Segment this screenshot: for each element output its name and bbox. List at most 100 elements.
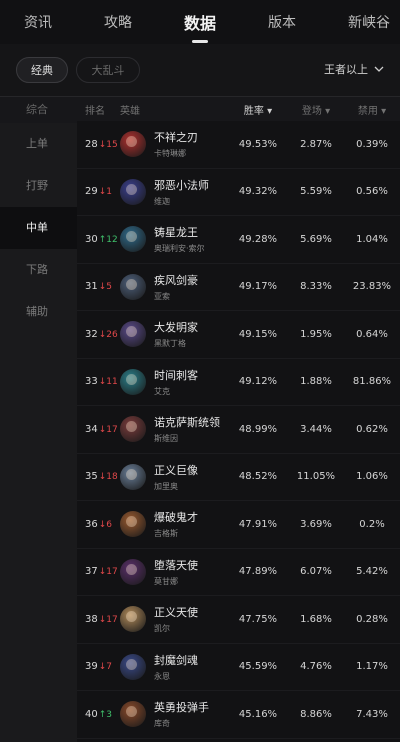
hero-name: 铸星龙王 (154, 226, 198, 240)
winrate-cell: 49.17% (238, 281, 278, 293)
hero-avatar (120, 463, 146, 490)
chevron-down-icon (374, 66, 384, 72)
hero-name: 正义巨像 (154, 463, 198, 477)
rank-trend: ↓18 (98, 472, 118, 483)
rank-cell: 32↓26 (77, 329, 120, 340)
rank-cell: 40↑3 (77, 709, 120, 720)
hero-cell: 封魔剑魂 永恩 (120, 652, 228, 682)
table-row[interactable]: 33↓11 时间刺客 艾克 49.12% 1.88% 81.86% (77, 359, 400, 406)
header-banrate-sort[interactable]: 禁用 ▾ (344, 102, 400, 117)
rank-number: 39 (85, 661, 98, 673)
sidebar-item-support[interactable]: 辅助 (0, 291, 77, 333)
winrate-cell: 47.75% (238, 613, 278, 625)
table-row[interactable]: 38↓17 正义天使 凯尔 47.75% 1.68% 0.28% (77, 596, 400, 644)
winrate-cell: 49.53% (238, 138, 278, 150)
winrate-cell: 47.89% (238, 566, 278, 578)
hero-name: 疾风剑豪 (154, 273, 198, 287)
hero-avatar (120, 511, 146, 538)
winrate-cell: 48.52% (238, 471, 278, 483)
rank-filter-label: 王者以上 (324, 63, 368, 76)
table-row[interactable]: 29↓1 邪恶小法师 维迦 49.32% 5.59% 0.56% (77, 169, 400, 216)
table-row[interactable]: 39↓7 封魔剑魂 永恩 45.59% 4.76% 1.17% (77, 644, 400, 691)
hero-name: 堕落天使 (154, 558, 198, 572)
rank-cell: 33↓11 (77, 376, 120, 387)
table-row[interactable]: 34↓17 诺克萨斯统领 斯维因 48.99% 3.44% 0.62% (77, 406, 400, 454)
rank-trend: ↓6 (98, 519, 113, 530)
tab-new-rift[interactable]: 新峡谷 (348, 12, 390, 32)
table-row[interactable]: 32↓26 大发明家 黑默丁格 49.15% 1.95% 0.64% (77, 311, 400, 359)
winrate-cell: 49.28% (238, 233, 278, 245)
hero-avatar (120, 653, 146, 680)
header-winrate-sort[interactable]: 胜率 ▾ (228, 102, 288, 117)
rank-cell: 30↑12 (77, 234, 120, 245)
hero-avatar (120, 606, 146, 633)
hero-name: 封魔剑魂 (154, 653, 198, 667)
table-row[interactable]: 40↑3 英勇投弹手 库奇 45.16% 8.86% 7.43% (77, 691, 400, 739)
hero-avatar (120, 226, 146, 253)
winrate-cell: 49.32% (238, 186, 278, 198)
rank-trend: ↓26 (98, 329, 118, 340)
sort-desc-icon: ▾ (267, 105, 273, 117)
rank-cell: 28↓15 (77, 139, 120, 150)
tab-guides[interactable]: 攻略 (104, 12, 132, 32)
rank-number: 34 (85, 423, 98, 435)
rank-number: 28 (85, 138, 98, 150)
tab-data[interactable]: 数据 (184, 10, 216, 34)
hero-cell: 堕落天使 莫甘娜 (120, 557, 228, 587)
hero-avatar (120, 273, 146, 300)
header-pickrate-sort[interactable]: 登场 ▾ (288, 102, 344, 117)
hero-cell: 铸星龙王 奥瑞利安·索尔 (120, 224, 228, 254)
hero-subname: 维迦 (154, 196, 170, 206)
hero-cell: 不祥之刃 卡特琳娜 (120, 129, 228, 159)
rank-trend: ↓17 (98, 424, 118, 435)
table-header: 排名 英雄 胜率 ▾ 登场 ▾ 禁用 ▾ (77, 97, 400, 121)
table-row[interactable]: 37↓17 堕落天使 莫甘娜 47.89% 6.07% 5.42% (77, 549, 400, 596)
mode-classic-button[interactable]: 经典 (16, 57, 68, 83)
sidebar-item-jungle[interactable]: 打野 (0, 165, 77, 207)
banrate-cell: 1.06% (356, 471, 388, 483)
rank-filter-dropdown[interactable]: 王者以上 (324, 61, 384, 77)
table-row[interactable]: 35↓18 正义巨像 加里奥 48.52% 11.05% 1.06% (77, 454, 400, 501)
banrate-cell: 0.64% (356, 328, 388, 340)
rank-number: 33 (85, 376, 98, 388)
hero-avatar (120, 558, 146, 585)
hero-subname: 黑默丁格 (154, 339, 186, 349)
header-banrate-label: 禁用 (357, 105, 378, 117)
pickrate-cell: 8.86% (300, 708, 332, 720)
rank-cell: 34↓17 (77, 424, 120, 435)
table-row[interactable]: 28↓15 不祥之刃 卡特琳娜 49.53% 2.87% 0.39% (77, 121, 400, 169)
rank-number: 36 (85, 518, 98, 530)
hero-name: 诺克萨斯统领 (154, 416, 220, 430)
hero-avatar (120, 131, 146, 158)
hero-avatar (120, 416, 146, 443)
rank-cell: 38↓17 (77, 614, 120, 625)
top-navigation: 资讯 攻略 数据 版本 新峡谷 (0, 0, 400, 44)
sidebar-item-bottom[interactable]: 下路 (0, 249, 77, 291)
hero-subname: 吉格斯 (154, 529, 178, 539)
banrate-cell: 0.2% (359, 518, 385, 530)
rank-cell: 39↓7 (77, 661, 120, 672)
rank-trend: ↓1 (98, 187, 113, 198)
hero-cell: 大发明家 黑默丁格 (120, 319, 228, 349)
table-row[interactable]: 31↓5 疾风剑豪 亚索 49.17% 8.33% 23.83% (77, 264, 400, 311)
table-row[interactable]: 30↑12 铸星龙王 奥瑞利安·索尔 49.28% 5.69% 1.04% (77, 216, 400, 264)
banrate-cell: 0.39% (356, 138, 388, 150)
header-winrate-label: 胜率 (243, 105, 264, 117)
hero-subname: 卡特琳娜 (154, 149, 186, 159)
sidebar-item-mid[interactable]: 中单 (0, 207, 77, 249)
tab-news[interactable]: 资讯 (24, 12, 52, 32)
table-row[interactable]: 36↓6 爆破鬼才 吉格斯 47.91% 3.69% 0.2% (77, 501, 400, 549)
hero-subname: 艾克 (154, 386, 170, 396)
rank-cell: 35↓18 (77, 471, 120, 482)
winrate-cell: 49.15% (238, 328, 278, 340)
mode-aram-button[interactable]: 大乱斗 (76, 57, 140, 83)
pickrate-cell: 8.33% (300, 281, 332, 293)
pickrate-cell: 5.59% (300, 186, 332, 198)
winrate-cell: 48.99% (238, 423, 278, 435)
hero-name: 时间刺客 (154, 368, 198, 382)
tab-version[interactable]: 版本 (268, 12, 296, 32)
hero-avatar (120, 701, 146, 728)
sidebar-item-top[interactable]: 上单 (0, 123, 77, 165)
rank-number: 29 (85, 186, 98, 198)
sidebar-item-overall[interactable]: 综合 (0, 97, 77, 123)
